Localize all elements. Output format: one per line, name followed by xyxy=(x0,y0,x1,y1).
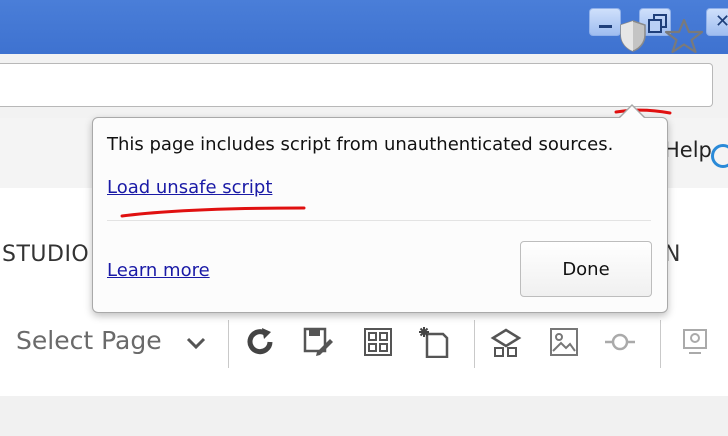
red-annotation-underline xyxy=(120,206,306,218)
refresh-icon[interactable] xyxy=(244,326,276,358)
settings-icon[interactable] xyxy=(490,326,522,358)
toolbar-divider xyxy=(228,320,229,368)
tab-studio[interactable]: STUDIO xyxy=(2,242,89,267)
popup-arrow-fill xyxy=(620,106,644,118)
close-icon: ✕ xyxy=(715,11,728,32)
toolbar-divider xyxy=(474,320,475,368)
monitor-icon[interactable] xyxy=(680,326,712,358)
shield-icon[interactable] xyxy=(618,19,648,53)
popup-message: This page includes script from unauthent… xyxy=(107,134,614,155)
load-unsafe-script-link[interactable]: Load unsafe script xyxy=(107,177,272,198)
learn-more-link[interactable]: Learn more xyxy=(107,260,210,281)
menu-help[interactable]: Help xyxy=(664,138,712,162)
minimize-button[interactable] xyxy=(589,8,621,36)
content-area xyxy=(0,396,728,436)
url-input[interactable] xyxy=(0,63,713,107)
image-icon[interactable] xyxy=(548,326,580,358)
close-button[interactable]: ✕ xyxy=(706,8,728,36)
help-icon[interactable] xyxy=(711,144,728,168)
popup-divider xyxy=(107,220,651,221)
save-edit-icon[interactable] xyxy=(302,326,334,358)
chevron-down-icon[interactable] xyxy=(186,336,206,350)
minimize-icon xyxy=(599,25,612,28)
select-page-dropdown[interactable]: Select Page xyxy=(16,326,162,355)
grid-icon[interactable] xyxy=(362,326,394,358)
star-icon[interactable] xyxy=(664,17,704,55)
link-icon[interactable] xyxy=(604,326,636,358)
done-button[interactable]: Done xyxy=(520,241,652,297)
toolbar-divider xyxy=(660,320,661,368)
new-page-icon[interactable] xyxy=(418,326,450,358)
